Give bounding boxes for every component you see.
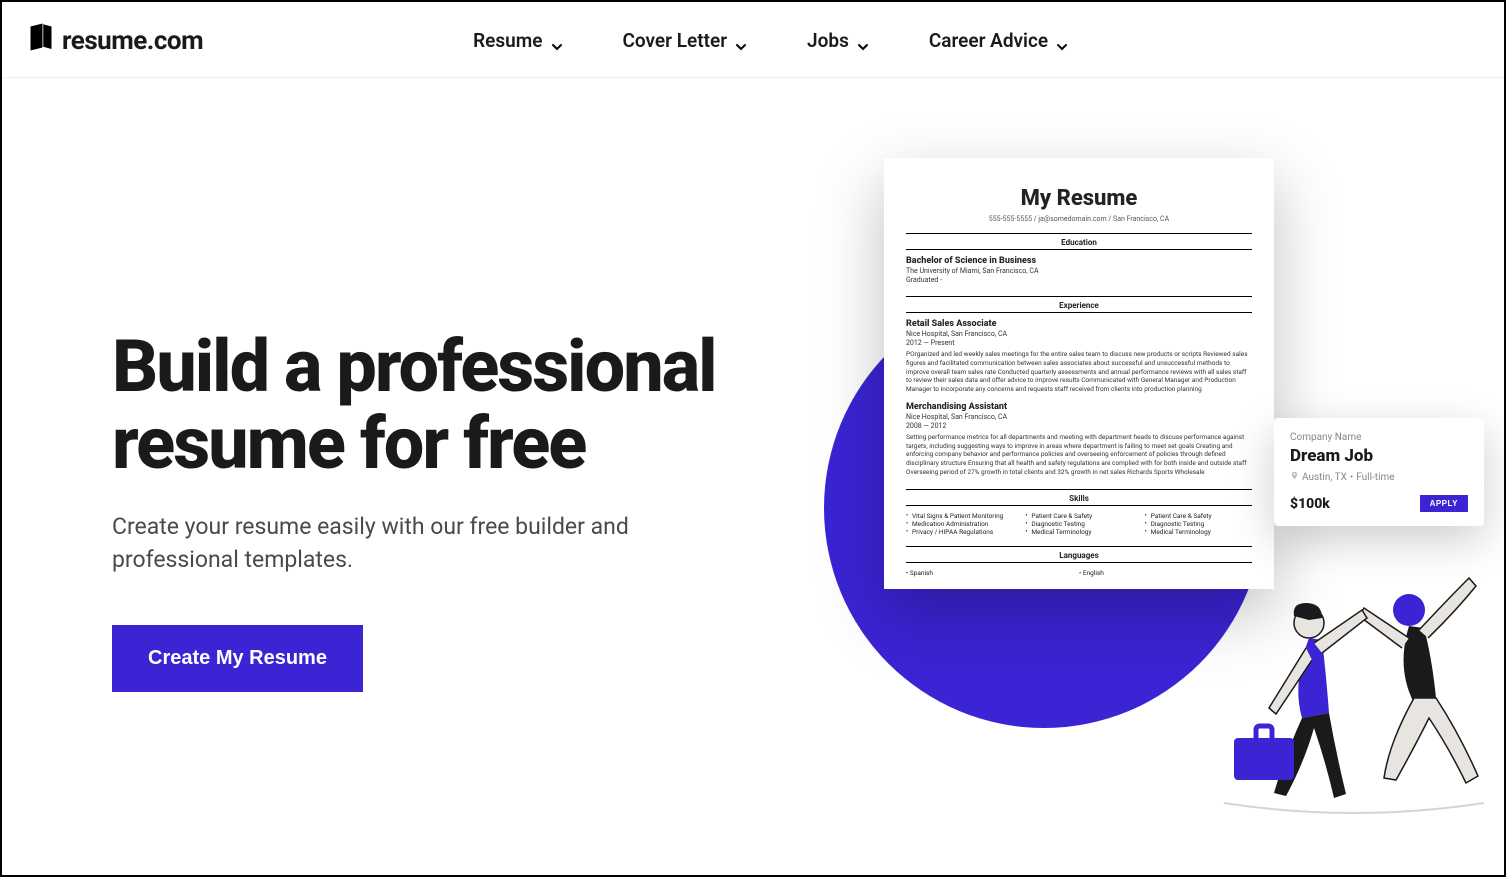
skill: Patient Care & Safety — [1025, 512, 1132, 520]
job-body: Setting performance metrics for all depa… — [906, 433, 1252, 477]
site-header: resume.com Resume Cover Letter Jobs Care… — [2, 2, 1504, 78]
skill: Diagnostic Testing — [1145, 520, 1252, 528]
chevron-down-icon — [857, 35, 869, 47]
education-school: The University of Miami, San Francisco, … — [906, 267, 1252, 275]
skill: Privacy / HIPAA Regulations — [906, 528, 1013, 536]
dot-separator: • — [1350, 472, 1353, 483]
resume-title: My Resume — [906, 186, 1252, 211]
divider — [906, 312, 1252, 313]
job-salary: $100k — [1290, 496, 1330, 512]
site-logo[interactable]: resume.com — [26, 22, 203, 59]
pin-icon — [1290, 471, 1299, 483]
education-grad: Graduated - — [906, 276, 1252, 284]
skill: Medical Terminology — [1025, 528, 1132, 536]
apply-button[interactable]: APPLY — [1420, 495, 1468, 512]
skills-col: Patient Care & Safety Diagnostic Testing… — [1145, 512, 1252, 536]
hero-headline: Build a professional resume for free — [112, 328, 752, 482]
nav-career-advice[interactable]: Career Advice — [929, 29, 1068, 52]
job-location: Austin, TX — [1302, 472, 1347, 483]
language: Spanish — [906, 569, 933, 577]
language: English — [1079, 569, 1104, 577]
section-experience-label: Experience — [906, 301, 1252, 310]
nav-label: Career Advice — [929, 29, 1048, 52]
chevron-down-icon — [1056, 35, 1068, 47]
nav-label: Resume — [473, 29, 542, 52]
section-languages-label: Languages — [906, 551, 1252, 560]
job-meta: Austin, TX • Full-time — [1290, 471, 1468, 483]
main-nav: Resume Cover Letter Jobs Career Advice — [473, 29, 1068, 52]
create-resume-button[interactable]: Create My Resume — [112, 625, 363, 692]
job-type: Full-time — [1356, 472, 1394, 483]
job-title: Dream Job — [1290, 446, 1468, 466]
divider — [906, 296, 1252, 297]
resume-preview-card: My Resume 555-555-5555 / ja@somedomain.c… — [884, 158, 1274, 589]
skill: Diagnostic Testing — [1025, 520, 1132, 528]
divider — [906, 489, 1252, 490]
job-dates: 2012 — Present — [906, 339, 1252, 347]
job-title: Retail Sales Associate — [906, 319, 1252, 329]
nav-cover-letter[interactable]: Cover Letter — [623, 29, 748, 52]
divider — [906, 505, 1252, 506]
logo-text: resume.com — [62, 26, 203, 56]
section-education-label: Education — [906, 238, 1252, 247]
chevron-down-icon — [735, 35, 747, 47]
skill: Medication Administration — [906, 520, 1013, 528]
hero-section: Build a professional resume for free Cre… — [112, 148, 752, 871]
people-highfive-illustration — [1214, 548, 1494, 828]
logo-icon — [26, 22, 56, 59]
job-card: Company Name Dream Job Austin, TX • Full… — [1274, 418, 1484, 526]
divider — [906, 249, 1252, 250]
divider — [906, 233, 1252, 234]
job-company: Nice Hospital, San Francisco, CA — [906, 413, 1252, 421]
skill: Patient Care & Safety — [1145, 512, 1252, 520]
job-company-label: Company Name — [1290, 432, 1468, 443]
education-degree: Bachelor of Science in Business — [906, 256, 1252, 266]
nav-label: Cover Letter — [623, 29, 728, 52]
job-dates: 2008 — 2012 — [906, 422, 1252, 430]
nav-resume[interactable]: Resume — [473, 29, 562, 52]
divider — [906, 562, 1252, 563]
hero-visual: My Resume 555-555-5555 / ja@somedomain.c… — [864, 158, 1474, 818]
nav-label: Jobs — [807, 29, 849, 52]
hero-subtext: Create your resume easily with our free … — [112, 510, 672, 577]
skills-col: Vital Signs & Patient Monitoring Medicat… — [906, 512, 1013, 536]
job-title: Merchandising Assistant — [906, 402, 1252, 412]
chevron-down-icon — [551, 35, 563, 47]
job-body: POrganized and led weekly sales meetings… — [906, 350, 1252, 394]
skill: Vital Signs & Patient Monitoring — [906, 512, 1013, 520]
skills-columns: Vital Signs & Patient Monitoring Medicat… — [906, 512, 1252, 536]
skills-col: Patient Care & Safety Diagnostic Testing… — [1025, 512, 1132, 536]
section-skills-label: Skills — [906, 494, 1252, 503]
nav-jobs[interactable]: Jobs — [807, 29, 869, 52]
divider — [906, 546, 1252, 547]
resume-contact: 555-555-5555 / ja@somedomain.com / San F… — [906, 215, 1252, 223]
skill: Medical Terminology — [1145, 528, 1252, 536]
job-company: Nice Hospital, San Francisco, CA — [906, 330, 1252, 338]
languages-row: Spanish English — [906, 569, 1252, 577]
